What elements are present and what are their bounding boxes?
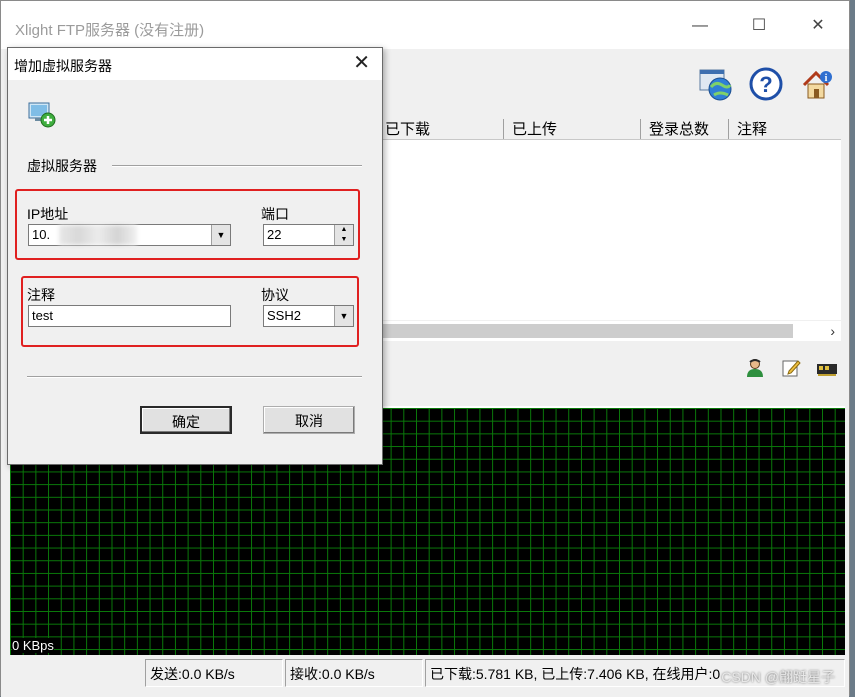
home-info-icon[interactable]: i xyxy=(800,67,834,101)
cancel-button[interactable]: 取消 xyxy=(263,406,355,434)
network-card-icon[interactable] xyxy=(815,358,839,378)
status-receive-rate: 接收:0.0 KB/s xyxy=(285,659,423,687)
web-globe-icon[interactable] xyxy=(698,67,732,101)
scrollbar-thumb[interactable] xyxy=(377,324,793,338)
scroll-right-icon[interactable]: › xyxy=(830,321,835,341)
col-login-total[interactable]: 登录总数 xyxy=(640,119,728,139)
add-server-icon xyxy=(28,102,56,128)
window-title: Xlight FTP服务器 (没有注册) xyxy=(15,22,205,39)
col-uploaded[interactable]: 已上传 xyxy=(503,119,640,139)
maximize-button[interactable]: ☐ xyxy=(748,15,770,37)
add-virtual-server-dialog: 增加虚拟服务器 ✕ 虚拟服务器 IP地址 10. ▼ 端口 22 ▲ ▼ 注释 … xyxy=(7,47,383,465)
svg-text:?: ? xyxy=(759,72,772,97)
graph-scale-label: 0 KBps xyxy=(12,638,54,653)
highlight-box-comment-protocol xyxy=(21,276,359,347)
minimize-button[interactable]: — xyxy=(689,15,711,37)
col-downloaded[interactable]: 已下载 xyxy=(377,119,503,139)
edit-icon[interactable] xyxy=(781,358,801,378)
status-send-rate: 发送:0.0 KB/s xyxy=(145,659,283,687)
server-list[interactable] xyxy=(377,140,841,320)
help-icon[interactable]: ? xyxy=(749,67,783,101)
dialog-separator xyxy=(27,376,362,378)
group-divider xyxy=(112,165,362,167)
col-comment[interactable]: 注释 xyxy=(728,119,841,139)
group-label-virtual-server: 虚拟服务器 xyxy=(27,158,97,174)
user-icon[interactable] xyxy=(745,358,765,378)
title-bar: Xlight FTP服务器 (没有注册) — ☐ ✕ xyxy=(1,1,849,49)
server-list-header: 已下载 已上传 登录总数 注释 xyxy=(377,119,841,140)
svg-text:i: i xyxy=(825,73,828,84)
dialog-title: 增加虚拟服务器 xyxy=(14,58,112,74)
watermark: CSDN @翩跹星子 xyxy=(721,669,835,685)
dialog-close-button[interactable]: ✕ xyxy=(353,52,370,74)
highlight-box-ip-port xyxy=(15,189,360,260)
dialog-title-bar: 增加虚拟服务器 ✕ xyxy=(8,48,382,80)
ok-button[interactable]: 确定 xyxy=(140,406,232,434)
horizontal-scrollbar[interactable]: › xyxy=(377,321,841,341)
close-button[interactable]: ✕ xyxy=(807,15,829,37)
